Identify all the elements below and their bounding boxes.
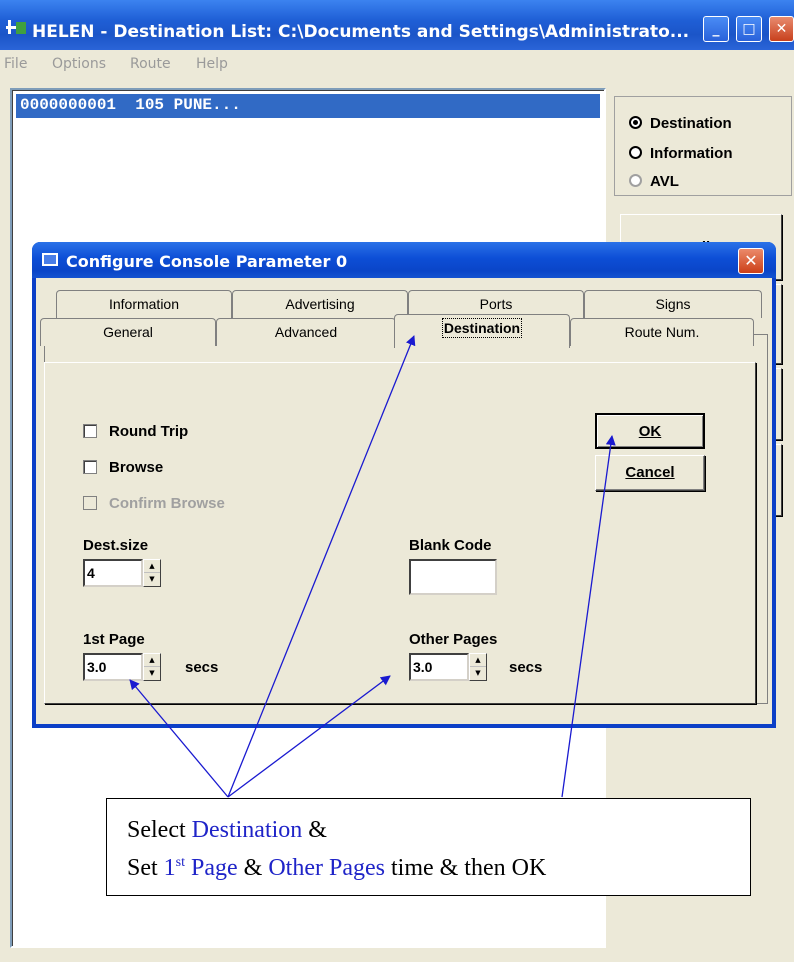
spin-up-icon[interactable]: ▲ — [144, 560, 160, 573]
round-trip-checkbox[interactable]: Round Trip — [83, 423, 188, 440]
checkbox-icon — [83, 460, 97, 474]
menu-file[interactable]: File — [4, 56, 27, 72]
blank-code-label: Blank Code — [409, 537, 492, 554]
confirm-browse-label: Confirm Browse — [109, 495, 225, 512]
radio-information[interactable]: Information — [629, 145, 733, 162]
maximize-button[interactable]: □ — [736, 16, 762, 42]
first-page-unit: secs — [185, 659, 219, 676]
tab-destination[interactable]: Destination — [394, 314, 570, 348]
browse-label: Browse — [109, 459, 164, 476]
menu-options[interactable]: Options — [52, 56, 106, 72]
checkbox-icon — [83, 496, 97, 510]
spin-down-icon[interactable]: ▼ — [149, 669, 154, 677]
dest-size-spinner[interactable]: ▲ ▼ — [143, 559, 161, 587]
callout-text: time & then OK — [384, 855, 547, 881]
radio-information-label: Information — [650, 145, 733, 162]
radio-avl-label: AVL — [650, 173, 679, 190]
app-icon — [6, 20, 26, 34]
dialog-close-button[interactable]: ✕ — [738, 248, 764, 274]
first-page-label: 1st Page — [83, 631, 145, 648]
destination-tab-panel: Round Trip Browse Confirm Browse Dest.si… — [44, 362, 756, 704]
ok-label: OK — [638, 423, 662, 440]
spin-up-icon[interactable]: ▲ — [470, 654, 486, 667]
radio-unchecked-icon — [629, 146, 642, 159]
confirm-browse-checkbox[interactable]: Confirm Browse — [83, 495, 225, 512]
other-pages-input[interactable]: 3.0 — [409, 653, 469, 681]
callout-text: Set — [127, 855, 164, 881]
radio-checked-icon — [629, 116, 642, 129]
callout-highlight-destination: Destination — [191, 817, 303, 843]
other-pages-spinner[interactable]: ▲ ▼ — [469, 653, 487, 681]
cancel-label: Cancel — [625, 464, 675, 481]
blank-code-input[interactable] — [409, 559, 497, 595]
main-title-bar[interactable]: HELEN - Destination List: C:\Documents a… — [0, 0, 794, 50]
radio-unchecked-icon — [629, 174, 642, 187]
callout-highlight-first: 1 — [163, 855, 176, 881]
instruction-callout: Select Destination & Set 1st Page & Othe… — [106, 798, 751, 896]
tab-advertising[interactable]: Advertising — [232, 290, 408, 318]
browse-checkbox[interactable]: Browse — [83, 459, 163, 476]
round-trip-label: Round Trip — [109, 423, 189, 440]
spin-up-icon[interactable]: ▲ — [144, 654, 160, 667]
first-page-input[interactable]: 3.0 — [83, 653, 143, 681]
first-page-spinner[interactable]: ▲ ▼ — [143, 653, 161, 681]
tab-general[interactable]: General — [40, 318, 216, 346]
close-button[interactable]: ✕ — [769, 16, 794, 42]
tab-route-num[interactable]: Route Num. — [570, 318, 754, 346]
tab-information[interactable]: Information — [56, 290, 232, 318]
callout-text: Select — [127, 817, 192, 843]
tab-signs[interactable]: Signs — [584, 290, 762, 318]
cancel-button[interactable]: Cancel — [595, 455, 705, 491]
dialog-title: Configure Console Parameter 0 — [66, 252, 348, 271]
window-title: HELEN - Destination List: C:\Documents a… — [32, 22, 690, 42]
other-pages-unit: secs — [509, 659, 543, 676]
dest-size-label: Dest.size — [83, 537, 149, 554]
spin-down-icon[interactable]: ▼ — [475, 669, 480, 677]
menu-bar: File Options Route Help — [0, 50, 794, 78]
radio-destination-label: Destination — [650, 115, 732, 132]
checkbox-icon — [83, 424, 97, 438]
ok-button[interactable]: OK — [595, 413, 705, 449]
callout-superscript: st — [175, 855, 186, 870]
callout-highlight-page: Page — [185, 855, 238, 881]
callout-line-2: Set 1st Page & Other Pages time & then O… — [127, 849, 750, 887]
other-pages-label: Other Pages — [409, 631, 498, 648]
callout-line-1: Select Destination & — [127, 811, 750, 849]
spin-down-icon[interactable]: ▼ — [149, 575, 154, 583]
callout-text: & — [237, 855, 269, 881]
dest-size-input[interactable]: 4 — [83, 559, 143, 587]
callout-highlight-other-pages: Other Pages — [268, 855, 385, 881]
callout-text: & — [302, 817, 327, 843]
tab-advanced[interactable]: Advanced — [216, 318, 396, 346]
radio-avl[interactable]: AVL — [629, 173, 679, 190]
view-mode-radio-group: Destination Information AVL — [614, 96, 792, 196]
menu-route[interactable]: Route — [130, 56, 171, 72]
minimize-button[interactable]: _ — [703, 16, 729, 42]
configure-console-dialog: Configure Console Parameter 0 ✕ Informat… — [32, 242, 776, 728]
radio-destination[interactable]: Destination — [629, 115, 732, 132]
list-item-selected[interactable]: 0000000001 105 PUNE... — [16, 94, 600, 118]
tab-destination-label: Destination — [441, 318, 523, 338]
dialog-window-icon — [42, 253, 58, 266]
dialog-body: Information Advertising Ports Signs Gene… — [36, 278, 772, 724]
dialog-title-bar[interactable]: Configure Console Parameter 0 ✕ — [32, 242, 776, 278]
menu-help[interactable]: Help — [196, 56, 228, 72]
